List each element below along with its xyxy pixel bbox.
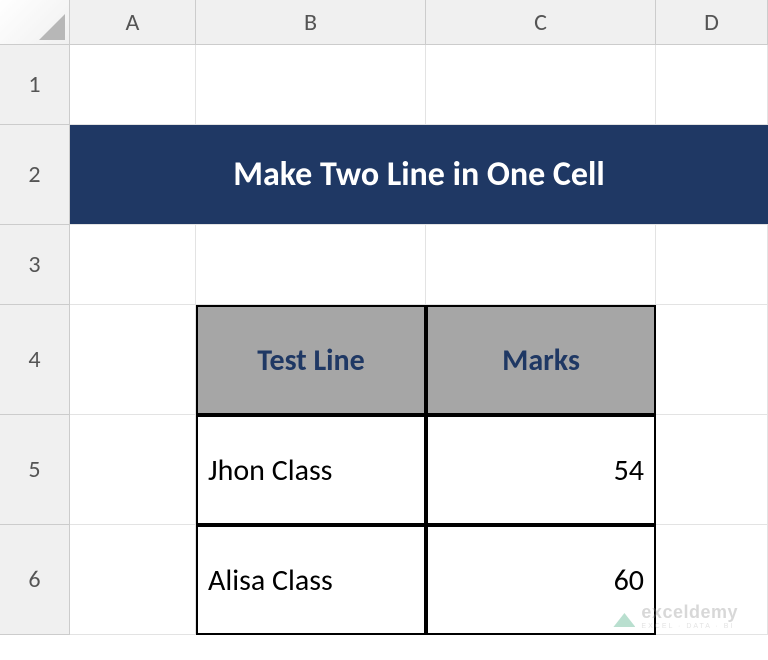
cell-b1[interactable] [196,45,426,125]
col-header-a[interactable]: A [70,0,196,45]
title-merged-cell[interactable]: Make Two Line in One Cell [70,125,768,225]
row-header-4[interactable]: 4 [0,305,70,415]
cell-a5[interactable] [70,415,196,525]
table-row-name[interactable]: Jhon Class [196,415,426,525]
cell-a6[interactable] [70,525,196,635]
table-header-testline[interactable]: Test Line [196,305,426,415]
watermark: exceldemy EXCEL · DATA · BI [613,602,738,630]
row-header-2[interactable]: 2 [0,125,70,225]
watermark-main: exceldemy [641,602,738,623]
col-header-b[interactable]: B [196,0,426,45]
cell-a1[interactable] [70,45,196,125]
row-header-3[interactable]: 3 [0,225,70,305]
col-header-d[interactable]: D [656,0,768,45]
watermark-sub: EXCEL · DATA · BI [641,623,738,630]
row-header-5[interactable]: 5 [0,415,70,525]
select-all-corner[interactable] [0,0,70,45]
col-header-c[interactable]: C [426,0,656,45]
cell-d4[interactable] [656,305,768,415]
cell-a4[interactable] [70,305,196,415]
watermark-text: exceldemy EXCEL · DATA · BI [641,602,738,630]
cell-d1[interactable] [656,45,768,125]
table-header-marks[interactable]: Marks [426,305,656,415]
table-row-marks[interactable]: 54 [426,415,656,525]
cell-d5[interactable] [656,415,768,525]
row-header-1[interactable]: 1 [0,45,70,125]
table-row-name[interactable]: Alisa Class [196,525,426,635]
watermark-logo-icon [613,605,635,627]
cell-c1[interactable] [426,45,656,125]
row-header-6[interactable]: 6 [0,525,70,635]
cell-c3[interactable] [426,225,656,305]
cell-a3[interactable] [70,225,196,305]
cell-b3[interactable] [196,225,426,305]
cell-d3[interactable] [656,225,768,305]
spreadsheet-grid: A B C D 1 2 Make Two Line in One Cell 3 … [0,0,768,635]
